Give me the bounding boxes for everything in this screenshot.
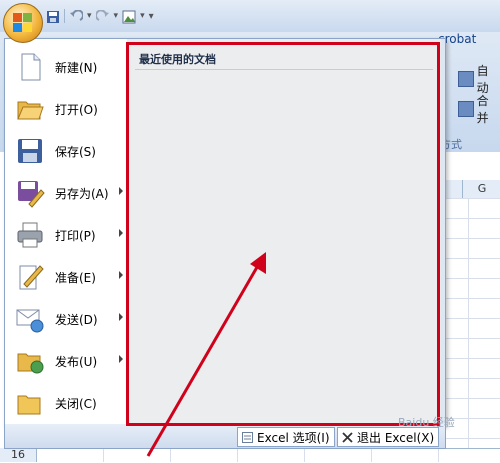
annotation-arrow xyxy=(146,252,266,457)
